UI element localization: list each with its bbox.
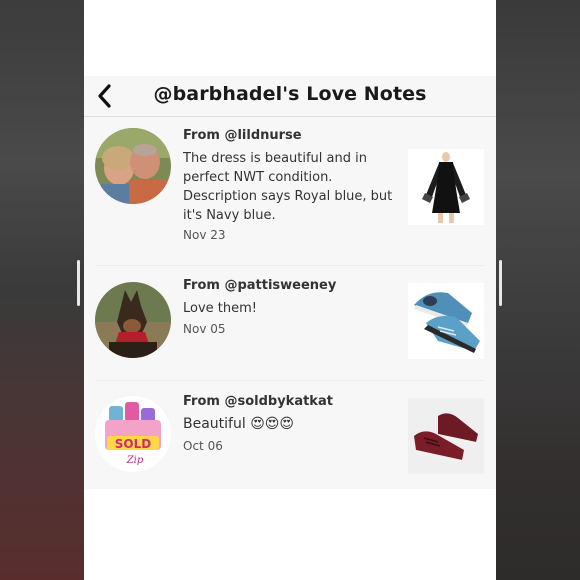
- page-title: @barbhadel's Love Notes: [153, 83, 427, 105]
- header-bar: @barbhadel's Love Notes: [84, 76, 496, 117]
- love-notes-screen: @barbhadel's Love Notes From @lildnurse …: [84, 0, 496, 580]
- sold-logo-avatar[interactable]: SOLD Zip: [95, 396, 171, 472]
- svg-text:SOLD: SOLD: [115, 437, 151, 451]
- blurred-background-right: [496, 0, 580, 580]
- maroon-sneakers-thumbnail[interactable]: [408, 398, 484, 474]
- note-text: Love them!: [183, 301, 258, 316]
- blurred-background-left: [0, 0, 84, 580]
- blue-sneakers-thumbnail[interactable]: [408, 283, 484, 359]
- love-note-item[interactable]: From @pattisweeney Love them! Nov 05: [84, 266, 496, 380]
- black-dress-thumbnail[interactable]: [408, 149, 484, 225]
- note-text: Beautiful 😍😍😍: [183, 416, 294, 432]
- note-author[interactable]: From @lildnurse: [183, 128, 302, 143]
- note-date: Nov 05: [183, 322, 226, 336]
- love-note-item[interactable]: SOLD Zip From @soldbykatkat Beautiful 😍😍…: [84, 381, 496, 489]
- love-note-item[interactable]: From @lildnurse The dress is beautiful a…: [84, 117, 496, 265]
- note-author[interactable]: From @soldbykatkat: [183, 394, 333, 409]
- love-notes-list: From @lildnurse The dress is beautiful a…: [84, 117, 496, 489]
- dog-photo-avatar[interactable]: [95, 282, 171, 358]
- edge-handle-left: [77, 260, 80, 306]
- couple-photo-avatar[interactable]: [95, 128, 171, 204]
- chevron-left-icon: [98, 84, 111, 108]
- note-date: Oct 06: [183, 439, 223, 453]
- svg-text:Zip: Zip: [126, 455, 144, 466]
- note-text: The dress is beautiful and in perfect NW…: [183, 151, 393, 223]
- back-button[interactable]: [92, 80, 118, 112]
- note-author[interactable]: From @pattisweeney: [183, 278, 336, 293]
- edge-handle-right: [499, 260, 502, 306]
- note-date: Nov 23: [183, 228, 226, 242]
